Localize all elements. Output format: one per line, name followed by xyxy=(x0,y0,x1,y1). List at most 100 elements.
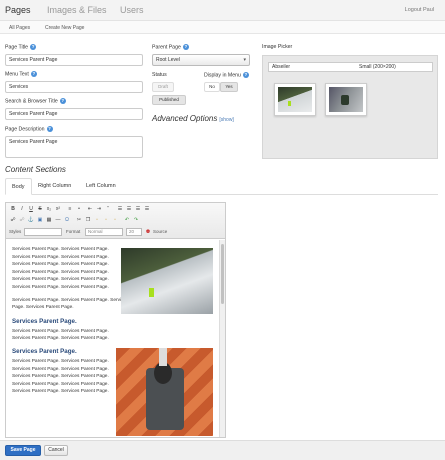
align-center-icon[interactable]: ☰ xyxy=(125,205,133,213)
indent-icon[interactable]: ⇥ xyxy=(95,205,103,213)
display-in-menu-label-text: Display in Menu xyxy=(204,72,241,79)
sub-nav: All Pages Create New Page xyxy=(0,21,445,34)
thumbnail-1-figure xyxy=(288,101,291,106)
gutter-photo xyxy=(121,248,213,314)
content-paragraph: Services Parent Page. Services Parent Pa… xyxy=(12,247,109,290)
help-icon[interactable]: ? xyxy=(182,44,189,50)
strikethrough-icon[interactable]: S xyxy=(36,205,44,213)
status-published-button[interactable]: Published xyxy=(152,95,186,105)
abseiler-figure xyxy=(149,288,154,297)
chevron-down-icon: ▾ xyxy=(243,57,246,63)
parent-page-select[interactable]: Root Level ▾ xyxy=(152,54,250,66)
underline-icon[interactable]: U xyxy=(27,205,35,213)
thumbnail-1-image xyxy=(278,87,312,112)
image-picker-panel: Abseiler Small (200×200) xyxy=(262,55,438,159)
format-label: Format xyxy=(66,229,81,234)
thumbnail-2-figure xyxy=(341,95,349,105)
display-yes-button[interactable]: Yes xyxy=(220,82,238,92)
subscript-icon[interactable]: x₂ xyxy=(45,205,53,213)
status-draft-button[interactable]: Draft xyxy=(152,82,174,92)
content-paragraph: Services Parent Page. Services Parent Pa… xyxy=(12,358,109,395)
outdent-icon[interactable]: ⇤ xyxy=(86,205,94,213)
menu-text-input[interactable]: Services xyxy=(5,81,143,93)
vent-pipe xyxy=(159,348,167,366)
thumbnail-1[interactable] xyxy=(274,83,316,116)
link-icon[interactable]: ☍ xyxy=(9,216,17,224)
advanced-options: Advanced Options [show] xyxy=(152,114,234,123)
editor-toolbar: B I U S x₂ x² ≡ • ⇤ ⇥ “ ☰ ☰ ☰ ☰ ☍ ☍ ⚓ ▣ … xyxy=(6,203,225,239)
image-icon[interactable]: ▣ xyxy=(36,216,44,224)
help-icon[interactable]: ? xyxy=(30,44,37,50)
paste-word-icon[interactable]: ▫ xyxy=(111,216,119,224)
blockquote-icon[interactable]: “ xyxy=(104,205,112,213)
help-icon[interactable]: ? xyxy=(46,126,53,132)
content-sections-title: Content Sections xyxy=(5,165,66,174)
paste-text-icon[interactable]: ▫ xyxy=(102,216,110,224)
picker-image-name: Abseiler xyxy=(272,64,291,70)
display-no-button[interactable]: No xyxy=(204,82,220,92)
create-new-page-link[interactable]: Create New Page xyxy=(45,25,84,31)
status-label: Status xyxy=(152,72,167,78)
editor-scrollbar[interactable] xyxy=(219,240,225,437)
image-picker-label: Image Picker xyxy=(262,44,293,50)
redo-icon[interactable]: ↷ xyxy=(132,216,140,224)
description-label: Page Description? xyxy=(5,126,53,132)
italic-icon[interactable]: I xyxy=(18,205,26,213)
parent-page-label-text: Parent Page xyxy=(152,44,181,51)
top-nav: Pages Images & Files Users Logout Paul xyxy=(0,0,445,21)
help-icon[interactable]: ? xyxy=(242,72,249,78)
page-title-input[interactable]: Services Parent Page xyxy=(5,54,143,66)
thumbnail-2[interactable] xyxy=(325,83,367,116)
help-icon[interactable]: ? xyxy=(59,98,66,104)
tab-left-column[interactable]: Left Column xyxy=(80,178,122,195)
undo-icon[interactable]: ↶ xyxy=(123,216,131,224)
thumbnail-2-image xyxy=(329,87,363,112)
save-page-button[interactable]: Save Page xyxy=(5,445,41,456)
anchor-icon[interactable]: ⚓ xyxy=(27,216,35,224)
align-left-icon[interactable]: ☰ xyxy=(116,205,124,213)
numbered-list-icon[interactable]: ≡ xyxy=(66,205,74,213)
tab-body[interactable]: Body xyxy=(5,178,32,195)
source-icon[interactable]: ⚉ xyxy=(144,228,152,236)
all-pages-link[interactable]: All Pages xyxy=(9,25,30,31)
align-right-icon[interactable]: ☰ xyxy=(134,205,142,213)
tab-right-column[interactable]: Right Column xyxy=(32,178,77,195)
content-paragraph: Services Parent Page. Services Parent Pa… xyxy=(12,328,109,342)
paste-icon[interactable]: ▫ xyxy=(93,216,101,224)
parent-page-value: Root Level xyxy=(156,57,180,63)
advanced-show-link[interactable]: [show] xyxy=(219,117,233,123)
parent-page-label: Parent Page? xyxy=(152,44,189,50)
search-title-input[interactable]: Services Parent Page xyxy=(5,108,143,120)
tab-images-files[interactable]: Images & Files xyxy=(47,5,107,15)
copy-icon[interactable]: ❐ xyxy=(84,216,92,224)
rich-text-editor: B I U S x₂ x² ≡ • ⇤ ⇥ “ ☰ ☰ ☰ ☰ ☍ ☍ ⚓ ▣ … xyxy=(5,202,226,438)
bold-icon[interactable]: B xyxy=(9,205,17,213)
bulleted-list-icon[interactable]: • xyxy=(75,205,83,213)
format-combo[interactable]: Normal xyxy=(85,228,123,236)
unlink-icon[interactable]: ☍ xyxy=(18,216,26,224)
cancel-button[interactable]: Cancel xyxy=(44,445,68,456)
help-icon[interactable]: ? xyxy=(30,71,37,77)
align-justify-icon[interactable]: ☰ xyxy=(143,205,151,213)
table-icon[interactable]: ▦ xyxy=(45,216,53,224)
logout-link[interactable]: Logout Paul xyxy=(405,7,434,13)
content-heading: Services Parent Page. xyxy=(12,317,77,325)
horizontal-rule-icon[interactable]: — xyxy=(54,216,62,224)
font-size-combo[interactable]: 20 xyxy=(126,228,142,236)
scrollbar-thumb[interactable] xyxy=(221,244,224,304)
menu-text-label-text: Menu Text xyxy=(5,71,29,78)
special-char-icon[interactable]: Ω xyxy=(63,216,71,224)
search-title-label: Search & Browser Title? xyxy=(5,98,66,104)
editor-content[interactable]: Services Parent Page. Services Parent Pa… xyxy=(6,240,219,437)
tab-pages[interactable]: Pages xyxy=(5,5,31,15)
styles-combo[interactable] xyxy=(24,228,62,236)
picker-image-size[interactable]: Small (200×200) xyxy=(359,64,396,70)
page-title-label-text: Page Title xyxy=(5,44,29,51)
source-button[interactable]: Source xyxy=(153,228,167,236)
footer-actions: Save Page Cancel xyxy=(0,440,445,460)
superscript-icon[interactable]: x² xyxy=(54,205,62,213)
tab-users[interactable]: Users xyxy=(120,5,144,15)
display-in-menu-label: Display in Menu? xyxy=(204,72,249,78)
description-textarea[interactable]: Services Parent Page xyxy=(5,136,143,158)
cut-icon[interactable]: ✂ xyxy=(75,216,83,224)
